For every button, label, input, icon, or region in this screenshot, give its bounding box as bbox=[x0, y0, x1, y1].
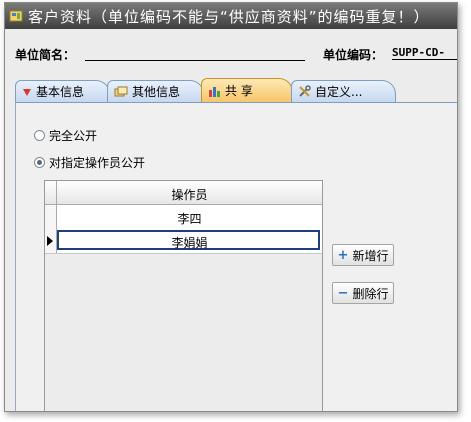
plus-icon: + bbox=[337, 247, 349, 263]
tab-label: 自定义... bbox=[315, 85, 363, 99]
button-label: 新增行 bbox=[352, 248, 389, 263]
delete-row-button[interactable]: − 删除行 bbox=[332, 282, 394, 304]
row-selector[interactable] bbox=[45, 205, 57, 229]
radio-button[interactable] bbox=[34, 130, 45, 141]
table-row[interactable]: 李四 bbox=[45, 205, 322, 230]
tab-basic-info[interactable]: 基本信息 bbox=[15, 80, 110, 102]
option-public-specified[interactable]: 对指定操作员公开 bbox=[34, 154, 145, 171]
add-row-button[interactable]: + 新增行 bbox=[332, 244, 394, 266]
table-row-current[interactable]: 李娟娟 bbox=[45, 229, 322, 254]
option-label: 完全公开 bbox=[49, 129, 98, 143]
tab-custom[interactable]: 自定义... bbox=[291, 80, 396, 102]
header-row: 单位简名： 单位编码： SUPP-CD- bbox=[15, 43, 457, 65]
arrow-down-icon bbox=[23, 88, 31, 96]
button-label: 删除行 bbox=[352, 286, 389, 301]
option-label: 对指定操作员公开 bbox=[49, 156, 146, 170]
bar-chart-icon bbox=[209, 86, 220, 97]
grid-header: 操作员 bbox=[45, 181, 322, 205]
column-header-operator[interactable]: 操作员 bbox=[57, 186, 322, 203]
share-panel: 完全公开 对指定操作员公开 操作员 李四 李娟娟 + 新增行 − 删除行 bbox=[15, 102, 457, 411]
tab-label: 基本信息 bbox=[36, 85, 85, 99]
option-public-all[interactable]: 完全公开 bbox=[34, 127, 97, 144]
row-selector[interactable] bbox=[45, 229, 57, 253]
operator-grid: 操作员 李四 李娟娟 bbox=[44, 180, 323, 411]
operator-cell[interactable]: 李四 bbox=[57, 210, 322, 227]
name-field[interactable] bbox=[85, 60, 305, 61]
window-title: 客户资料（单位编码不能与“供应商资料”的编码重复！） bbox=[28, 7, 430, 26]
title-bar: 客户资料（单位编码不能与“供应商资料”的编码重复！） bbox=[5, 3, 457, 29]
radio-button-selected[interactable] bbox=[34, 157, 45, 168]
minus-icon: − bbox=[337, 285, 349, 301]
cards-icon bbox=[114, 86, 128, 96]
customer-window: 客户资料（单位编码不能与“供应商资料”的编码重复！） 单位简名： 单位编码： S… bbox=[4, 2, 458, 412]
tab-label: 其他信息 bbox=[132, 85, 181, 99]
app-icon bbox=[9, 9, 23, 23]
operator-cell[interactable]: 李娟娟 bbox=[57, 234, 322, 251]
tab-share[interactable]: 共 享 bbox=[201, 78, 293, 102]
tab-bar: 基本信息 其他信息 共 享 自定义... bbox=[15, 78, 457, 102]
current-row-arrow-icon bbox=[47, 236, 53, 246]
row-selector-header bbox=[45, 181, 57, 204]
code-field[interactable]: SUPP-CD- bbox=[392, 46, 457, 60]
name-label: 单位简名： bbox=[15, 48, 76, 62]
code-label: 单位编码： bbox=[323, 48, 384, 62]
tools-icon bbox=[299, 85, 311, 97]
tab-other-info[interactable]: 其他信息 bbox=[107, 80, 204, 102]
tab-label: 共 享 bbox=[225, 84, 253, 98]
